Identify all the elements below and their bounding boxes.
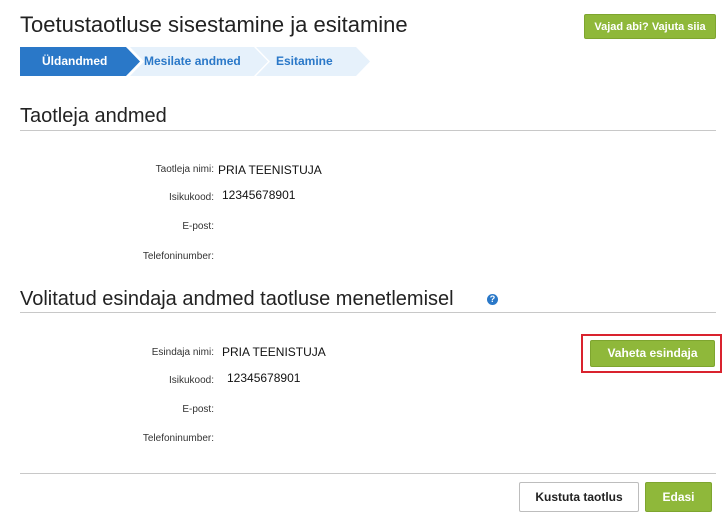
applicant-id-label: Isikukood: <box>168 192 214 203</box>
divider <box>20 473 716 474</box>
delete-application-button[interactable]: Kustuta taotlus <box>519 482 639 512</box>
swap-representative-button[interactable]: Vaheta esindaja <box>590 340 715 367</box>
step-navigation: Üldandmed Mesilate andmed Esitamine <box>20 47 380 76</box>
page-title: Toetustaotluse sisestamine ja esitamine <box>20 12 408 37</box>
next-button[interactable]: Edasi <box>645 482 712 512</box>
step-apiary-data[interactable]: Mesilate andmed <box>130 47 270 76</box>
step-label: Esitamine <box>276 54 333 68</box>
help-question-icon[interactable]: ? <box>487 294 498 305</box>
applicant-email-label: E-post: <box>182 221 214 232</box>
representative-email-label: E-post: <box>182 404 214 415</box>
applicant-name-label: Taotleja nimi: <box>155 164 214 175</box>
representative-section-title: Volitatud esindaja andmed taotluse menet… <box>20 288 454 310</box>
applicant-section-title: Taotleja andmed <box>20 105 167 127</box>
applicant-id-value: 12345678901 <box>222 188 296 202</box>
representative-name-value: PRIA TEENISTUJA <box>222 345 326 359</box>
representative-id-value: 12345678901 <box>227 371 301 385</box>
representative-name-label: Esindaja nimi: <box>151 347 214 358</box>
divider <box>20 130 716 131</box>
applicant-phone-label: Telefoninumber: <box>142 251 214 262</box>
applicant-name-value: PRIA TEENISTUJA <box>218 163 322 177</box>
step-general-data[interactable]: Üldandmed <box>20 47 144 76</box>
step-submission[interactable]: Esitamine <box>256 47 376 76</box>
step-label: Mesilate andmed <box>144 54 241 68</box>
divider <box>20 312 716 313</box>
help-button[interactable]: Vajad abi? Vajuta siia <box>584 14 716 39</box>
representative-phone-label: Telefoninumber: <box>142 433 214 444</box>
step-label: Üldandmed <box>42 54 108 68</box>
representative-id-label: Isikukood: <box>168 375 214 386</box>
